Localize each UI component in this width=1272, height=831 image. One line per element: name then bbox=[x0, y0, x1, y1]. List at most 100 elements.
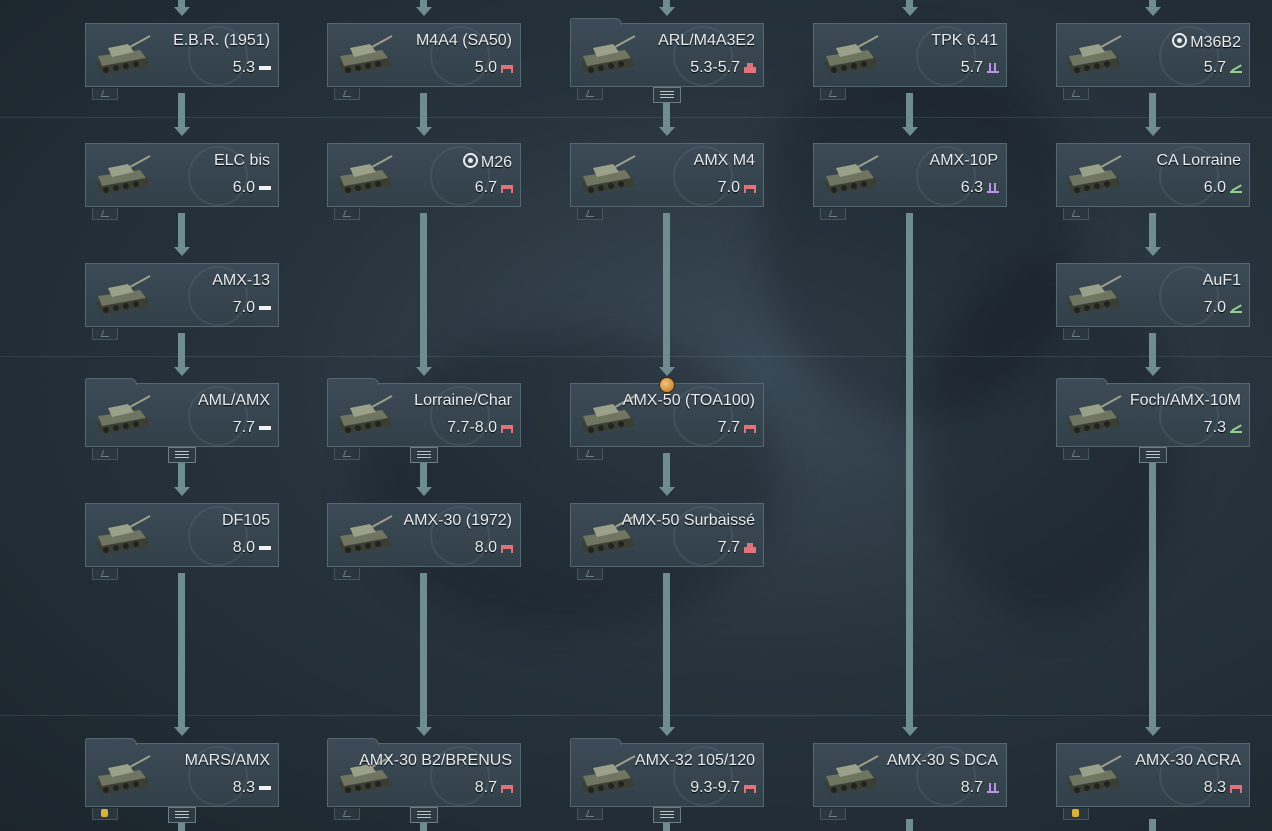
vehicle-slot-icon[interactable] bbox=[334, 808, 360, 820]
medium-class-icon bbox=[500, 63, 514, 73]
battle-rating-value: 7.0 bbox=[232, 299, 255, 316]
vehicle-card[interactable]: AMX-32 105/120 9.3-9.7 bbox=[570, 738, 764, 823]
premium-target-icon bbox=[1172, 33, 1188, 48]
vehicle-name-text: M36B2 bbox=[1190, 34, 1241, 51]
vehicle-slot-icon[interactable] bbox=[334, 568, 360, 580]
group-list-button[interactable] bbox=[410, 807, 438, 823]
battle-rating-value: 5.7 bbox=[960, 59, 983, 76]
vehicle-slot-icon[interactable] bbox=[92, 208, 118, 220]
group-list-button[interactable] bbox=[1139, 447, 1167, 463]
vehicle-slot-icon[interactable] bbox=[820, 808, 846, 820]
battle-rating-value: 8.0 bbox=[474, 539, 497, 556]
vehicle-name: ARL/M4A3E2 bbox=[658, 32, 755, 50]
vehicle-name-text: DF105 bbox=[221, 512, 270, 529]
vehicle-card[interactable]: M36B2 5.7 bbox=[1056, 23, 1250, 100]
vehicle-slot-icon[interactable] bbox=[334, 88, 360, 100]
vehicle-card[interactable]: AMX-30 S DCA 8.7 bbox=[813, 743, 1007, 820]
connector-arrow bbox=[415, 367, 432, 376]
vehicle-slot-icon[interactable] bbox=[92, 568, 118, 580]
vehicle-card[interactable]: AMX-50 Surbaissé 7.7 bbox=[570, 503, 764, 580]
battle-rating-value: 7.7 bbox=[232, 419, 255, 436]
connector-line bbox=[1149, 333, 1156, 368]
vehicle-card[interactable]: AMX M4 7.0 bbox=[570, 143, 764, 220]
vehicle-card[interactable]: CA Lorraine 6.0 bbox=[1056, 143, 1250, 220]
vehicle-card[interactable]: Foch/AMX-10M 7.3 bbox=[1056, 378, 1250, 463]
battle-rating-value: 6.7 bbox=[474, 179, 497, 196]
vehicle-thumbnail bbox=[96, 395, 151, 434]
vehicle-card[interactable]: AMX-30 B2/BRENUS 8.7 bbox=[327, 738, 521, 823]
vehicle-slot-icon[interactable] bbox=[92, 88, 118, 100]
vehicle-slot-icon[interactable] bbox=[820, 88, 846, 100]
vehicle-slot-icon[interactable] bbox=[577, 808, 603, 820]
vehicle-slot-icon[interactable] bbox=[1063, 208, 1089, 220]
vehicle-name-text: Foch/AMX-10M bbox=[1129, 392, 1241, 409]
medium-class-icon bbox=[500, 783, 514, 793]
td-class-icon bbox=[1229, 423, 1243, 433]
vehicle-card[interactable]: ARL/M4A3E2 5.3-5.7 bbox=[570, 18, 764, 103]
connector-arrow bbox=[1144, 7, 1161, 16]
vehicle-card[interactable]: AMX-30 (1972) 8.0 bbox=[327, 503, 521, 580]
connector-arrow bbox=[901, 7, 918, 16]
group-list-button[interactable] bbox=[653, 87, 681, 103]
vehicle-thumbnail bbox=[338, 515, 393, 554]
group-list-button[interactable] bbox=[653, 807, 681, 823]
battle-rating: 9.3-9.7 bbox=[690, 779, 757, 797]
rank-divider bbox=[0, 356, 1272, 357]
vehicle-slot-icon[interactable] bbox=[820, 208, 846, 220]
vehicle-slot-icon[interactable] bbox=[577, 448, 603, 460]
battle-rating: 6.0 bbox=[1204, 179, 1243, 197]
vehicle-card[interactable]: AMX-50 (TOA100) 7.7 bbox=[570, 377, 764, 460]
heavy-class-icon bbox=[743, 543, 757, 553]
connector-line bbox=[178, 213, 185, 248]
vehicle-slot-icon[interactable] bbox=[92, 448, 118, 460]
vehicle-card[interactable]: M4A4 (SA50) 5.0 bbox=[327, 23, 521, 100]
crew-member-icon[interactable] bbox=[1063, 808, 1089, 820]
crew-member-icon[interactable] bbox=[92, 808, 118, 820]
battle-rating-value: 8.7 bbox=[960, 779, 983, 796]
battle-rating: 6.0 bbox=[233, 179, 272, 197]
connector-line bbox=[663, 453, 670, 488]
group-list-button[interactable] bbox=[168, 447, 196, 463]
vehicle-card[interactable]: AML/AMX 7.7 bbox=[85, 378, 279, 463]
vehicle-card[interactable]: Lorraine/Char 7.7-8.0 bbox=[327, 378, 521, 463]
group-list-button[interactable] bbox=[168, 807, 196, 823]
connector-line bbox=[420, 93, 427, 128]
group-list-button[interactable] bbox=[410, 447, 438, 463]
vehicle-slot-icon[interactable] bbox=[577, 208, 603, 220]
battle-rating-value: 7.7 bbox=[717, 419, 740, 436]
connector-arrow bbox=[415, 7, 432, 16]
vehicle-slot-icon[interactable] bbox=[92, 328, 118, 340]
vehicle-card[interactable]: M26 6.7 bbox=[327, 143, 521, 220]
battle-rating-value: 7.0 bbox=[717, 179, 740, 196]
vehicle-name-text: AMX-10P bbox=[929, 152, 998, 169]
vehicle-slot-icon[interactable] bbox=[577, 88, 603, 100]
vehicle-card[interactable]: AMX-13 7.0 bbox=[85, 263, 279, 340]
battle-rating: 7.7 bbox=[233, 419, 272, 437]
vehicle-thumbnail bbox=[1067, 35, 1122, 74]
vehicle-slot-icon[interactable] bbox=[334, 208, 360, 220]
light-class-icon bbox=[258, 783, 272, 793]
vehicle-card[interactable]: AMX-10P 6.3 bbox=[813, 143, 1007, 220]
vehicle-slot-icon[interactable] bbox=[1063, 328, 1089, 340]
vehicle-slot-icon[interactable] bbox=[577, 568, 603, 580]
vehicle-card[interactable]: E.B.R. (1951) 5.3 bbox=[85, 23, 279, 100]
connector-arrow bbox=[1144, 727, 1161, 736]
vehicle-slot-icon[interactable] bbox=[1063, 88, 1089, 100]
vehicle-card[interactable]: DF105 8.0 bbox=[85, 503, 279, 580]
vehicle-name-text: AMX-13 bbox=[212, 272, 270, 289]
premium-target-icon bbox=[462, 153, 478, 168]
vehicle-card[interactable]: AuF1 7.0 bbox=[1056, 263, 1250, 340]
vehicle-card[interactable]: AMX-30 ACRA 8.3 bbox=[1056, 743, 1250, 820]
connector-line bbox=[420, 213, 427, 368]
connector-arrow bbox=[173, 367, 190, 376]
vehicle-slot-icon[interactable] bbox=[334, 448, 360, 460]
vehicle-name-text: AML/AMX bbox=[197, 392, 270, 409]
vehicle-card[interactable]: TPK 6.41 5.7 bbox=[813, 23, 1007, 100]
connector-arrow bbox=[658, 367, 675, 376]
battle-rating: 8.7 bbox=[475, 779, 514, 797]
vehicle-name: CA Lorraine bbox=[1157, 152, 1242, 170]
battle-rating-value: 7.7 bbox=[717, 539, 740, 556]
vehicle-card[interactable]: ELC bis 6.0 bbox=[85, 143, 279, 220]
vehicle-card[interactable]: MARS/AMX 8.3 bbox=[85, 738, 279, 823]
vehicle-slot-icon[interactable] bbox=[1063, 448, 1089, 460]
